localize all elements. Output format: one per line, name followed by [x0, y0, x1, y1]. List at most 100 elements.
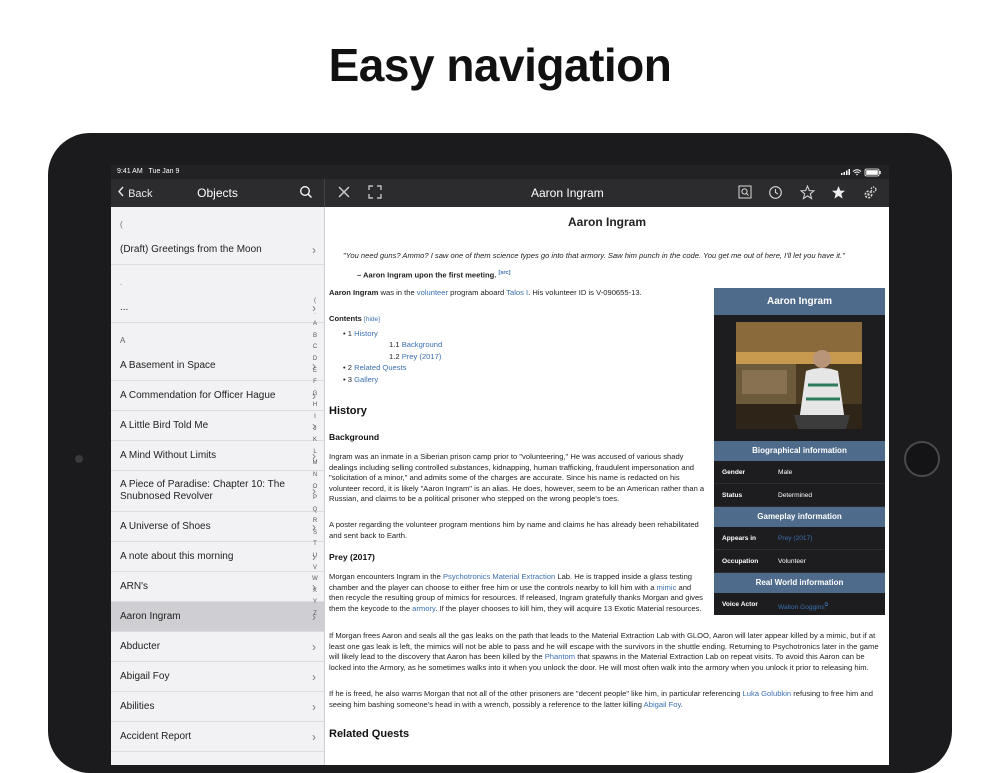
list-item[interactable]: (Draft) Greetings from the Moon ›: [111, 235, 324, 265]
index-letter[interactable]: S: [309, 528, 321, 540]
index-letter[interactable]: A: [309, 319, 321, 331]
chevron-right-icon: ›: [312, 669, 316, 684]
abigail-foy-link[interactable]: Abigail Foy: [644, 700, 681, 709]
section-header: .: [120, 278, 123, 287]
article-view[interactable]: Aaron Ingram "You need guns? Ammo? I saw…: [325, 207, 889, 765]
index-letter[interactable]: (: [309, 296, 321, 308]
front-camera: [75, 455, 83, 463]
infobox-row: Voice Actor Walton Goggins⧉: [714, 593, 885, 615]
index-letter[interactable]: D: [309, 354, 321, 366]
list-item-selected[interactable]: Aaron Ingram ›: [111, 602, 324, 632]
history-button[interactable]: [768, 185, 783, 205]
table-of-contents: Contents [hide] • 1 History 1.1 Backgrou…: [329, 306, 469, 385]
external-link-icon: ⧉: [824, 602, 829, 608]
prey-2017-link[interactable]: Prey (2017): [778, 534, 812, 545]
search-button[interactable]: [299, 185, 313, 204]
list-item[interactable]: Abducter ›: [111, 632, 324, 662]
prey-paragraph: Morgan encounters Ingram in the Psychotr…: [329, 572, 703, 613]
intro-paragraph: Aaron Ingram was in the volunteer progra…: [329, 288, 642, 297]
list-item[interactable]: A Piece of Paradise: Chapter 10: The Snu…: [111, 471, 324, 512]
index-letter[interactable]: R: [309, 516, 321, 528]
list-item[interactable]: A note about this morning ›: [111, 542, 324, 572]
index-letter[interactable]: B: [309, 331, 321, 343]
fullscreen-button[interactable]: [368, 185, 382, 204]
favorites-button[interactable]: [831, 185, 846, 205]
list-item[interactable]: A Basement in Space ›: [111, 351, 324, 381]
volunteer-link[interactable]: volunteer: [417, 288, 448, 297]
index-letter[interactable]: M: [309, 458, 321, 470]
index-letter[interactable]: E: [309, 366, 321, 378]
walton-goggins-link[interactable]: Walton Goggins⧉: [778, 600, 828, 614]
list-item[interactable]: ARN's ›: [111, 572, 324, 602]
character-portrait-image: [714, 315, 885, 441]
chevron-right-icon: ›: [312, 699, 316, 714]
list-item[interactable]: Accident Report ›: [111, 722, 324, 752]
index-letter[interactable]: Q: [309, 505, 321, 517]
mimic-link[interactable]: mimic: [657, 583, 677, 592]
index-letter[interactable]: .: [309, 308, 321, 320]
chevron-right-icon: ›: [312, 729, 316, 744]
history-icon: [769, 186, 782, 199]
phantom-link[interactable]: Phantom: [545, 652, 575, 661]
background-paragraph: Ingram was an inmate in a Siberian priso…: [329, 452, 705, 503]
close-icon: [338, 186, 350, 198]
objects-list[interactable]: ( (Draft) Greetings from the Moon › . ...…: [111, 207, 325, 765]
article-toolbar-title: Aaron Ingram: [531, 186, 604, 200]
home-button[interactable]: [904, 441, 940, 477]
infobox-row: Appears in Prey (2017): [714, 527, 885, 550]
settings-gear-icon: [864, 186, 877, 199]
settings-button[interactable]: [862, 185, 878, 206]
prey-heading: Prey (2017): [329, 552, 375, 562]
index-letter[interactable]: U: [309, 551, 321, 563]
src-link[interactable]: [src]: [499, 270, 511, 276]
toc-entry[interactable]: • 1 History: [329, 329, 469, 340]
background-heading: Background: [329, 432, 380, 442]
index-letter[interactable]: H: [309, 400, 321, 412]
toc-entry[interactable]: 1.1 Background: [329, 340, 469, 351]
index-letter[interactable]: F: [309, 377, 321, 389]
index-letter[interactable]: W: [309, 574, 321, 586]
close-button[interactable]: [337, 185, 351, 204]
history-heading: History: [329, 405, 367, 417]
chevron-right-icon: ›: [312, 639, 316, 654]
find-in-page-icon: [738, 185, 752, 199]
list-item[interactable]: A Commendation for Officer Hague ›: [111, 381, 324, 411]
bookmark-button[interactable]: [799, 184, 816, 205]
psychotronics-link[interactable]: Psychotronics Material Extraction: [443, 572, 555, 581]
list-item[interactable]: Abigail Foy ›: [111, 662, 324, 692]
index-letter[interactable]: N: [309, 470, 321, 482]
index-letter[interactable]: L: [309, 447, 321, 459]
toc-label: Contents: [329, 314, 362, 323]
toc-hide-link[interactable]: [hide]: [364, 316, 380, 323]
index-letter[interactable]: I: [309, 412, 321, 424]
list-item[interactable]: ... ›: [111, 293, 324, 323]
list-item[interactable]: Abilities ›: [111, 692, 324, 722]
related-quests-heading: Related Quests: [329, 728, 410, 740]
index-letter[interactable]: O: [309, 482, 321, 494]
find-in-page-button[interactable]: [738, 185, 752, 204]
list-item[interactable]: A Universe of Shoes ›: [111, 512, 324, 542]
toc-entry[interactable]: • 2 Related Quests: [329, 363, 469, 374]
index-letter[interactable]: V: [309, 563, 321, 575]
list-item[interactable]: A Mind Without Limits ›: [111, 441, 324, 471]
toc-entry[interactable]: • 3 Gallery: [329, 375, 469, 386]
star-filled-icon: [832, 186, 845, 199]
infobox-section-header: Biographical information: [714, 441, 885, 461]
infobox-row: Status Determined: [714, 484, 885, 507]
index-letter[interactable]: C: [309, 342, 321, 354]
luka-golubkin-link[interactable]: Luka Golubkin: [743, 689, 792, 698]
article-quote: "You need guns? Ammo? I saw one of them …: [343, 251, 845, 260]
index-letter[interactable]: G: [309, 389, 321, 401]
index-letter[interactable]: T: [309, 539, 321, 551]
alphabet-index[interactable]: (. A B C D E F G H I J K L M N O P Q R S T U V W X Y Z: [309, 296, 321, 621]
armory-link[interactable]: armory: [412, 604, 435, 613]
index-letter[interactable]: X: [309, 586, 321, 598]
index-letter[interactable]: P: [309, 493, 321, 505]
index-letter[interactable]: Z: [309, 609, 321, 621]
index-letter[interactable]: J: [309, 424, 321, 436]
index-letter[interactable]: Y: [309, 597, 321, 609]
list-item[interactable]: A Little Bird Told Me ›: [111, 411, 324, 441]
toc-entry[interactable]: 1.2 Prey (2017): [329, 352, 469, 363]
index-letter[interactable]: K: [309, 435, 321, 447]
talos-link[interactable]: Talos I: [506, 288, 528, 297]
